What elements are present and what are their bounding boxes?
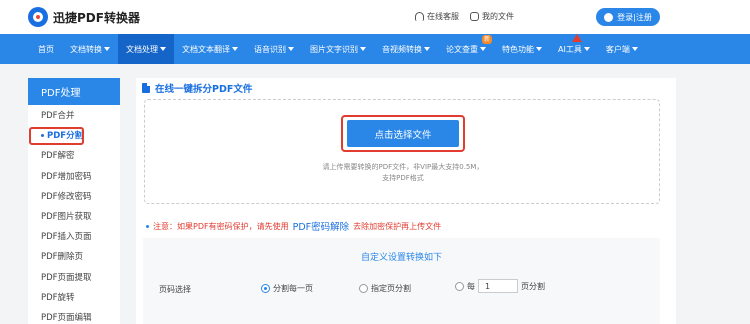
sidebar-title: PDF处理 [28, 78, 120, 105]
nav-item-label: 语音识别 [254, 44, 286, 54]
radio-unchecked-icon [455, 281, 464, 291]
sidebar: PDF处理 PDF合并 PDF分割 PDF解密 PDF增加密码 PDF修改密码 PDF图片… [28, 78, 120, 324]
nav-item-label: AI工具 [558, 44, 582, 54]
sidebar-item-label: PDF插入页面 [41, 232, 92, 243]
sidebar-item-0[interactable]: PDF合并 [28, 105, 120, 125]
chevron-down-icon [424, 47, 430, 51]
page-selection-label: 页码选择 [159, 285, 191, 294]
file-icon [470, 12, 479, 21]
nav-item-6[interactable]: 音视频转换 [374, 34, 438, 64]
sidebar-item-6[interactable]: PDF插入页面 [28, 226, 120, 246]
nav-item-label: 文档处理 [126, 44, 158, 54]
nav-item-9[interactable]: AI工具 [550, 34, 598, 64]
chevron-down-icon [104, 47, 110, 51]
sidebar-item-label: PDF增加密码 [41, 171, 92, 182]
new-badge: 新 [481, 35, 492, 44]
top-header: 迅捷PDF转换器 在线客服 我的文件 登录|注册 [0, 0, 750, 34]
sidebar-item-9[interactable]: PDF旋转 [28, 287, 120, 307]
nav-item-label: 客户端 [605, 44, 630, 54]
chevron-down-icon [360, 47, 366, 51]
sidebar-item-label: PDF页面提取 [41, 272, 92, 283]
bullet-icon [146, 224, 149, 228]
radio-split-specified-pages[interactable]: 指定页分割 [359, 283, 411, 294]
my-files-link[interactable]: 我的文件 [470, 11, 514, 22]
nav-item-8[interactable]: 特色功能 [494, 34, 550, 64]
sidebar-item-label: PDF修改密码 [41, 191, 92, 202]
upload-hint-line1: 请上传需要转换的PDF文件，非VIP最大支持0.5M， [322, 163, 484, 171]
nav-item-3[interactable]: 文档文本翻译 [174, 34, 246, 64]
sidebar-item-label: PDF图片获取 [41, 212, 92, 223]
sidebar-item-5[interactable]: PDF图片获取 [28, 206, 120, 226]
pdf-decrypt-link[interactable]: PDF密码解除 [293, 219, 350, 233]
nav-item-label: 首页 [38, 44, 54, 54]
page-title: 在线一键拆分PDF文件 [155, 84, 253, 95]
settings-panel: 自定义设置转换如下 页码选择 分割每一页 指定页分割 每 页分割 [143, 238, 660, 324]
highlight-ring-pdf-split [29, 127, 84, 145]
nav-item-label: 论文查重 [446, 44, 478, 54]
radio-range-label: 指定页分割 [371, 284, 411, 293]
brand-name[interactable]: 迅捷PDF转换器 [53, 9, 140, 26]
customer-service-link[interactable]: 在线客服 [415, 11, 459, 22]
nav-item-0[interactable]: 首页 [30, 34, 62, 64]
radio-every-suffix: 页分割 [521, 281, 545, 291]
upload-hint-line2: 支持PDF格式 [382, 174, 424, 182]
sidebar-item-4[interactable]: PDF修改密码 [28, 186, 120, 206]
my-files-label: 我的文件 [482, 12, 514, 21]
nav-item-10[interactable]: 客户端 [598, 34, 646, 64]
nav-item-5[interactable]: 图片文字识别 [302, 34, 374, 64]
sidebar-item-2[interactable]: PDF解密 [28, 145, 120, 165]
password-notice: 注意：如果PDF有密码保护，请先使用 PDF密码解除 去除加密保护再上传文件 [146, 219, 441, 233]
nav-item-label: 图片文字识别 [310, 44, 358, 54]
nav-item-7[interactable]: 论文查重新 [438, 34, 494, 64]
nav-item-label: 文档转换 [70, 44, 102, 54]
chevron-down-icon [536, 47, 542, 51]
nav-item-1[interactable]: 文档转换 [62, 34, 118, 64]
chevron-down-icon [631, 47, 638, 51]
user-icon [604, 12, 614, 22]
sidebar-item-3[interactable]: PDF增加密码 [28, 166, 120, 186]
sidebar-item-label: PDF合并 [41, 111, 75, 122]
sidebar-item-label: PDF删除页 [41, 252, 84, 263]
sidebar-item-label: PDF解密 [41, 151, 75, 162]
radio-unchecked-icon [359, 284, 368, 293]
chevron-down-icon [583, 47, 590, 51]
chevron-down-icon [232, 47, 238, 51]
nav-item-label: 音视频转换 [382, 44, 422, 54]
radio-each-label: 分割每一页 [273, 284, 313, 293]
nav-item-4[interactable]: 语音识别 [246, 34, 302, 64]
radio-split-each-page[interactable]: 分割每一页 [261, 283, 313, 294]
nav-item-2[interactable]: 文档处理 [118, 34, 174, 64]
upload-dropzone[interactable]: 点击选择文件 请上传需要转换的PDF文件，非VIP最大支持0.5M， 支持PDF… [144, 99, 660, 204]
nav-item-label: 文档文本翻译 [182, 44, 230, 54]
chevron-down-icon [160, 47, 166, 51]
main-nav: 首页 文档转换 文档处理 文档文本翻译 语音识别 图片文字识别 音视频转换 论文查重新特色功能… [0, 34, 750, 64]
radio-split-every-n-pages[interactable]: 每 页分割 [455, 279, 545, 293]
login-register-button[interactable]: 登录|注册 [596, 8, 660, 26]
pages-per-split-input[interactable] [478, 279, 518, 293]
chevron-down-icon [288, 47, 294, 51]
sidebar-item-7[interactable]: PDF删除页 [28, 246, 120, 266]
notice-prefix: 注意：如果PDF有密码保护，请先使用 [153, 221, 289, 231]
customer-service-label: 在线客服 [427, 12, 459, 21]
chevron-down-icon [480, 47, 486, 51]
login-label: 登录|注册 [617, 12, 652, 22]
choose-file-button[interactable]: 点击选择文件 [347, 120, 459, 147]
settings-title: 自定义设置转换如下 [360, 253, 442, 263]
sidebar-item-label: PDF旋转 [41, 292, 75, 303]
brand-logo-icon[interactable] [28, 7, 48, 27]
radio-checked-icon [261, 284, 270, 293]
headset-icon [415, 12, 424, 21]
document-icon [142, 83, 150, 93]
page-title-row: 在线一键拆分PDF文件 [142, 81, 252, 95]
main-panel: 在线一键拆分PDF文件 点击选择文件 请上传需要转换的PDF文件，非VIP最大支… [136, 78, 676, 324]
sidebar-item-10[interactable]: PDF页面编辑 [28, 307, 120, 324]
sidebar-item-8[interactable]: PDF页面提取 [28, 267, 120, 287]
radio-every-prefix: 每 [467, 281, 475, 291]
sidebar-item-label: PDF页面编辑 [41, 312, 92, 323]
notice-suffix: 去除加密保护再上传文件 [353, 221, 442, 231]
red-arrow-up-icon [572, 34, 582, 42]
nav-item-label: 特色功能 [502, 44, 534, 54]
